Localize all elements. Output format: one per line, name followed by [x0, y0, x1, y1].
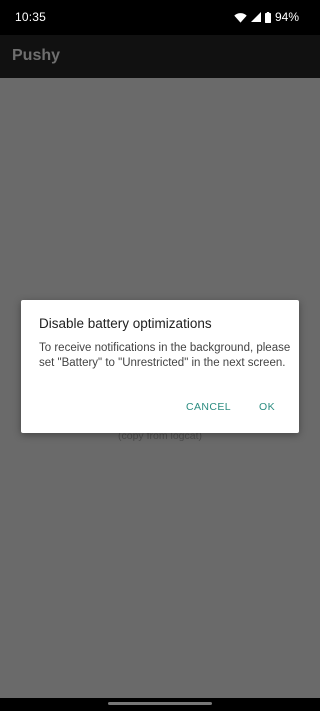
dialog-actions: CANCEL OK: [186, 401, 275, 413]
cancel-button[interactable]: CANCEL: [186, 401, 231, 413]
battery-percent: 94%: [274, 10, 299, 24]
navigation-bar: [0, 698, 320, 711]
app-title: Pushy: [12, 47, 61, 64]
gesture-handle[interactable]: [108, 702, 212, 705]
status-icons: 94%: [234, 10, 299, 24]
cellular-signal-icon: [250, 12, 261, 22]
app-bar: Pushy: [0, 35, 320, 78]
status-time: 10:35: [15, 10, 47, 24]
battery-optimization-dialog: Disable battery optimizations To receive…: [21, 300, 299, 433]
phone-screen: 10:35 94% Pushy (copy from logcat) Disab…: [0, 0, 320, 711]
ok-button[interactable]: OK: [259, 401, 275, 413]
status-bar: 10:35 94%: [0, 0, 320, 35]
dialog-title: Disable battery optimizations: [39, 316, 212, 331]
battery-icon: [264, 11, 271, 23]
dialog-message: To receive notifications in the backgrou…: [39, 342, 291, 369]
wifi-icon: [234, 12, 247, 23]
